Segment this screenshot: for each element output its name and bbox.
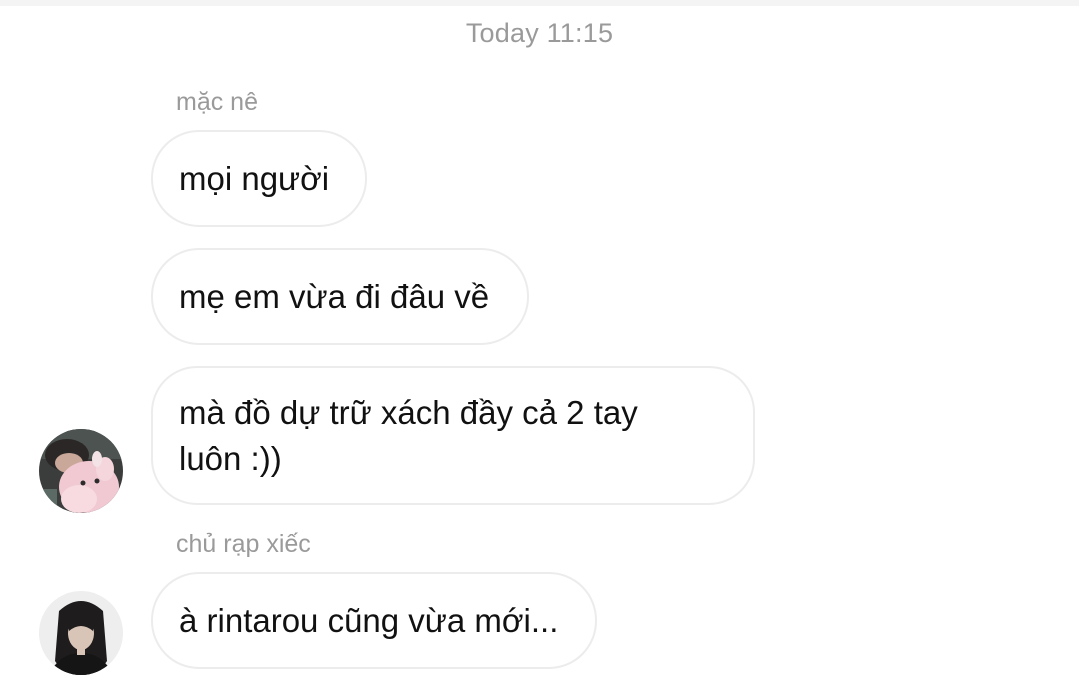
message-text: mọi người bbox=[179, 159, 330, 197]
message-text: mẹ em vừa đi đâu về bbox=[179, 277, 490, 315]
top-divider bbox=[0, 0, 1079, 6]
message-text: à rintarou cũng vừa mới... bbox=[179, 601, 559, 639]
message-bubble[interactable]: mà đồ dự trữ xách đầy cả 2 tay luôn :)) bbox=[151, 366, 755, 505]
user-avatar-long-hair-icon[interactable] bbox=[39, 591, 123, 675]
user-avatar-plush-toy-icon[interactable] bbox=[39, 429, 123, 513]
message-bubble[interactable]: à rintarou cũng vừa mới... bbox=[151, 572, 597, 669]
message-bubble[interactable]: mọi người bbox=[151, 130, 367, 227]
chat-screen: Today 11:15 mặc nê mọi người mẹ em vừa đ… bbox=[0, 0, 1079, 678]
message-bubble[interactable]: mẹ em vừa đi đâu về bbox=[151, 248, 529, 345]
sender-name: mặc nê bbox=[176, 88, 258, 116]
chat-timestamp: Today 11:15 bbox=[465, 18, 614, 48]
message-text: mà đồ dự trữ xách đầy cả 2 tay luôn :)) bbox=[179, 394, 638, 477]
sender-name: chủ rạp xiếc bbox=[176, 530, 311, 558]
